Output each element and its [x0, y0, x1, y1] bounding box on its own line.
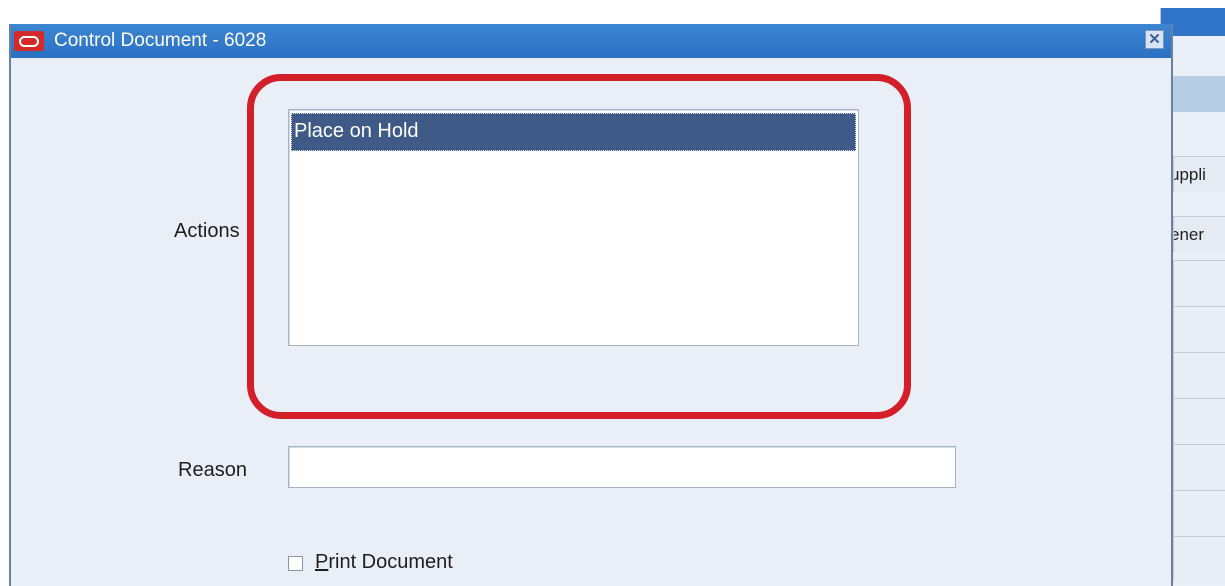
screen: uppli ener Control Document - 6028 ✕ Act… [0, 0, 1225, 586]
print-document-label-mnemonic: P [315, 551, 329, 573]
actions-label: Actions [174, 220, 240, 242]
background-table-row[interactable] [1173, 306, 1225, 352]
background-table-row[interactable] [1173, 536, 1225, 582]
background-table-cell[interactable]: ener [1173, 216, 1225, 252]
background-table-row[interactable] [1173, 260, 1225, 306]
print-document-checkbox[interactable] [288, 556, 303, 571]
close-icon: ✕ [1148, 31, 1161, 48]
control-document-dialog: Control Document - 6028 ✕ Actions Place … [9, 24, 1173, 586]
background-table-row[interactable] [1173, 398, 1225, 444]
background-table-row[interactable] [1173, 490, 1225, 536]
background-column-header: uppli [1173, 156, 1225, 192]
oracle-logo-icon [14, 31, 44, 51]
print-document-label[interactable]: Print Document [315, 551, 453, 574]
dialog-titlebar[interactable]: Control Document - 6028 ✕ [11, 24, 1171, 58]
background-table-row[interactable] [1173, 444, 1225, 490]
action-option-place-on-hold[interactable]: Place on Hold [291, 113, 856, 151]
reason-input[interactable] [288, 446, 956, 488]
background-table-cell-text: ener [1173, 225, 1205, 244]
print-document-label-text: rint Document [328, 551, 453, 573]
actions-listbox[interactable]: Place on Hold [288, 109, 859, 346]
dialog-title: Control Document - 6028 [54, 30, 267, 51]
reason-label: Reason [178, 459, 247, 481]
background-table-row[interactable] [1173, 352, 1225, 398]
background-column-header-text: uppli [1173, 165, 1206, 184]
close-button[interactable]: ✕ [1145, 30, 1164, 49]
